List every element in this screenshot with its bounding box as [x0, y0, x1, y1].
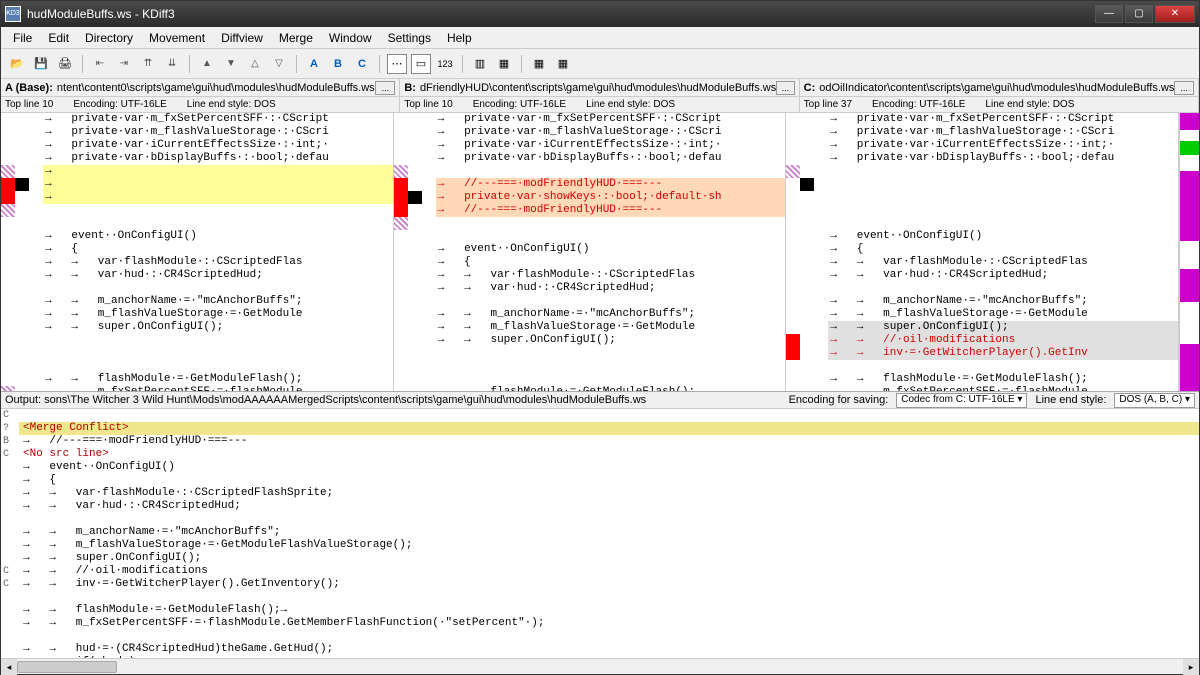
- output-header: Output: sons\The Witcher 3 Wild Hunt\Mod…: [1, 391, 1199, 409]
- menu-window[interactable]: Window: [321, 29, 380, 47]
- select-c-button[interactable]: C: [352, 54, 372, 74]
- menubar: FileEditDirectoryMovementDiffviewMergeWi…: [1, 27, 1199, 49]
- window-title: hudModuleBuffs.ws - KDiff3: [27, 7, 1095, 21]
- horizontal-scrollbar[interactable]: ◂ ▸: [1, 658, 1199, 674]
- menu-edit[interactable]: Edit: [40, 29, 77, 47]
- prev-conflict-icon[interactable]: △: [245, 54, 265, 74]
- select-a-button[interactable]: A: [304, 54, 324, 74]
- next-diff-icon[interactable]: ▼: [221, 54, 241, 74]
- diff-pane-b[interactable]: → private·var·m_fxSetPercentSFF·:·CScrip…: [394, 113, 787, 391]
- menu-file[interactable]: File: [5, 29, 40, 47]
- open-icon[interactable]: 📂: [7, 54, 27, 74]
- menu-directory[interactable]: Directory: [77, 29, 141, 47]
- minimize-button[interactable]: —: [1095, 5, 1123, 23]
- menu-help[interactable]: Help: [439, 29, 480, 47]
- pane-b-path: B: dFriendlyHUD\content\scripts\game\gui…: [400, 79, 799, 96]
- menu-movement[interactable]: Movement: [141, 29, 213, 47]
- print-icon[interactable]: 🖨: [55, 54, 75, 74]
- menu-merge[interactable]: Merge: [271, 29, 321, 47]
- go-fwd-icon[interactable]: ⇥: [114, 54, 134, 74]
- show-charcode-button[interactable]: 123: [435, 54, 455, 74]
- prev-diff-icon[interactable]: ▲: [197, 54, 217, 74]
- merge-icon[interactable]: ▦: [529, 54, 549, 74]
- go-up-icon[interactable]: ⇈: [138, 54, 158, 74]
- go-down-icon[interactable]: ⇊: [162, 54, 182, 74]
- split2-icon[interactable]: ▦: [494, 54, 514, 74]
- encoding-select[interactable]: Codec from C: UTF-16LE ▾: [896, 393, 1027, 408]
- save-icon[interactable]: 💾: [31, 54, 51, 74]
- split-icon[interactable]: ▥: [470, 54, 490, 74]
- pane-a-path: A (Base): ntent\content0\scripts\game\gu…: [1, 79, 400, 96]
- app-window: KD3 hudModuleBuffs.ws - KDiff3 — ▢ ✕ Fil…: [0, 0, 1200, 675]
- maximize-button[interactable]: ▢: [1125, 5, 1153, 23]
- go-back-icon[interactable]: ⇤: [90, 54, 110, 74]
- titlebar[interactable]: KD3 hudModuleBuffs.ws - KDiff3 — ▢ ✕: [1, 1, 1199, 27]
- diff-pane-a[interactable]: → private·var·m_fxSetPercentSFF·:·CScrip…: [1, 113, 394, 391]
- merge2-icon[interactable]: ▦: [553, 54, 573, 74]
- browse-b-button[interactable]: ...: [776, 81, 794, 95]
- panes-meta-row: Top line 10Encoding: UTF-16LELine end st…: [1, 97, 1199, 113]
- scrollbar-thumb[interactable]: [17, 661, 117, 673]
- panes-path-row: A (Base): ntent\content0\scripts\game\gu…: [1, 79, 1199, 97]
- select-b-button[interactable]: B: [328, 54, 348, 74]
- diff-area: → private·var·m_fxSetPercentSFF·:·CScrip…: [1, 113, 1199, 391]
- app-icon: KD3: [5, 6, 21, 22]
- eol-select[interactable]: DOS (A, B, C) ▾: [1114, 393, 1195, 408]
- pane-c-path: C: odOilIndicator\content\scripts\game\g…: [800, 79, 1199, 96]
- menu-diffview[interactable]: Diffview: [213, 29, 271, 47]
- show-whitespace-button[interactable]: ⋯: [387, 54, 407, 74]
- toolbar: 📂 💾 🖨 ⇤ ⇥ ⇈ ⇊ ▲ ▼ △ ▽ A B C ⋯ ▭ 123 ▥ ▦ …: [1, 49, 1199, 79]
- show-linenumbers-button[interactable]: ▭: [411, 54, 431, 74]
- close-button[interactable]: ✕: [1155, 5, 1195, 23]
- scroll-left-icon[interactable]: ◂: [1, 659, 17, 675]
- output-pane[interactable]: C?BCCC <Merge Conflict>→ //---===·modFri…: [1, 409, 1199, 658]
- browse-c-button[interactable]: ...: [1174, 81, 1194, 95]
- next-conflict-icon[interactable]: ▽: [269, 54, 289, 74]
- menu-settings[interactable]: Settings: [380, 29, 439, 47]
- browse-a-button[interactable]: ...: [375, 81, 395, 95]
- scroll-right-icon[interactable]: ▸: [1183, 659, 1199, 675]
- overview-ruler[interactable]: [1179, 113, 1199, 391]
- diff-pane-c[interactable]: → private·var·m_fxSetPercentSFF·:·CScrip…: [786, 113, 1179, 391]
